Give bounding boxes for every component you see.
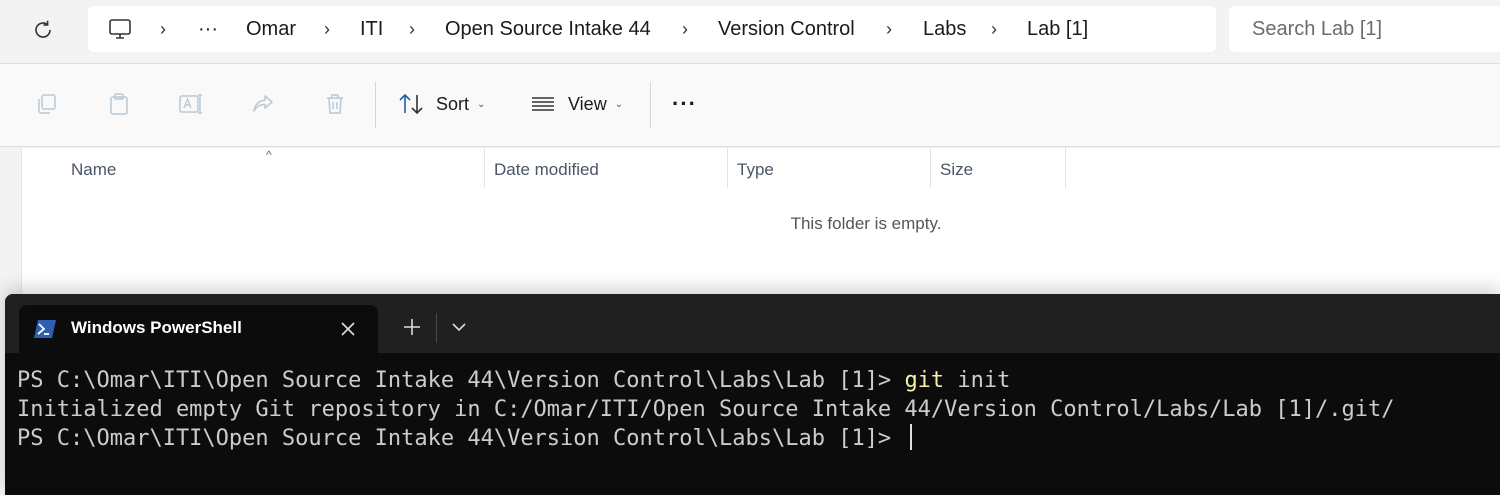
breadcrumb-item-version-control[interactable]: Version Control bbox=[718, 6, 855, 52]
new-tab-button[interactable] bbox=[400, 314, 424, 340]
terminal-tab-strip: Windows PowerShell bbox=[5, 294, 1500, 353]
terminal-output[interactable]: PS C:\Omar\ITI\Open Source Intake 44\Ver… bbox=[17, 366, 1497, 453]
terminal-line: PS C:\Omar\ITI\Open Source Intake 44\Ver… bbox=[17, 424, 1497, 453]
plus-icon bbox=[404, 319, 420, 335]
refresh-button[interactable] bbox=[28, 16, 58, 44]
divider bbox=[0, 146, 1500, 147]
chevron-down-icon: ⌄ bbox=[477, 98, 486, 110]
breadcrumb-chevron[interactable]: › bbox=[324, 6, 330, 52]
refresh-icon bbox=[35, 20, 51, 38]
empty-folder-message: This folder is empty. bbox=[790, 214, 942, 233]
command-keyword: git bbox=[904, 368, 945, 393]
column-divider[interactable] bbox=[727, 148, 728, 188]
paste-button[interactable] bbox=[104, 89, 134, 119]
this-pc-button[interactable] bbox=[108, 6, 132, 52]
column-header-date-modified[interactable]: Date modified bbox=[494, 148, 726, 192]
terminal-window[interactable]: Windows PowerShell PS C:\Omar\ITI\Open S… bbox=[5, 294, 1500, 495]
breadcrumb-item-labs[interactable]: Labs bbox=[923, 6, 966, 52]
breadcrumb-chevron[interactable]: › bbox=[160, 6, 166, 52]
search-placeholder: Search Lab [1] bbox=[1252, 17, 1383, 40]
address-row: › ··· Omar › ITI › Open Source Intake 44… bbox=[0, 0, 1500, 62]
search-input[interactable]: Search Lab [1] bbox=[1229, 6, 1500, 52]
terminal-prompt: PS C:\Omar\ITI\Open Source Intake 44\Ver… bbox=[17, 426, 905, 451]
computer-icon bbox=[109, 19, 131, 39]
more-options-button[interactable]: ··· bbox=[672, 86, 697, 122]
sort-icon bbox=[399, 93, 423, 115]
column-header-size[interactable]: Size bbox=[940, 148, 1064, 192]
close-tab-button[interactable] bbox=[337, 318, 359, 340]
tab-title: Windows PowerShell bbox=[71, 318, 242, 337]
rename-button[interactable] bbox=[176, 89, 206, 119]
breadcrumb-item-lab-1[interactable]: Lab [1] bbox=[1027, 6, 1088, 52]
file-list[interactable]: ^ Name Date modified Type Size This fold… bbox=[22, 148, 1500, 308]
tab-strip-divider bbox=[436, 313, 437, 343]
column-header-name[interactable]: Name bbox=[71, 148, 483, 192]
copy-button[interactable] bbox=[32, 89, 62, 119]
command-bar: Sort ⌄ View ⌄ ··· bbox=[0, 64, 1500, 146]
delete-button[interactable] bbox=[320, 89, 350, 119]
powershell-icon bbox=[34, 320, 56, 338]
navigation-pane-edge bbox=[0, 148, 22, 308]
breadcrumb-overflow[interactable]: ··· bbox=[198, 6, 218, 52]
more-icon: ··· bbox=[672, 91, 697, 116]
sort-button[interactable]: Sort ⌄ bbox=[398, 86, 485, 122]
breadcrumb-item-omar[interactable]: Omar bbox=[246, 6, 296, 52]
view-button[interactable]: View ⌄ bbox=[530, 86, 623, 122]
rename-icon bbox=[179, 94, 202, 114]
share-button[interactable] bbox=[248, 89, 278, 119]
breadcrumb-chevron[interactable]: › bbox=[886, 6, 892, 52]
breadcrumb-chevron[interactable]: › bbox=[409, 6, 415, 52]
clipboard-icon bbox=[110, 93, 128, 115]
text-cursor bbox=[910, 424, 913, 450]
column-divider[interactable] bbox=[484, 148, 485, 188]
breadcrumb-chevron[interactable]: › bbox=[991, 6, 997, 52]
close-icon bbox=[341, 322, 355, 336]
breadcrumb-chevron[interactable]: › bbox=[682, 6, 688, 52]
toolbar-divider bbox=[650, 82, 651, 128]
breadcrumb-item-iti[interactable]: ITI bbox=[360, 6, 383, 52]
copy-icon bbox=[38, 94, 56, 114]
breadcrumb: › ··· Omar › ITI › Open Source Intake 44… bbox=[88, 6, 1216, 52]
share-icon bbox=[253, 95, 273, 112]
terminal-line: Initialized empty Git repository in C:/O… bbox=[17, 397, 1395, 422]
column-divider[interactable] bbox=[930, 148, 931, 188]
command-args: init bbox=[944, 368, 1011, 393]
tab-windows-powershell[interactable]: Windows PowerShell bbox=[19, 305, 378, 353]
trash-icon bbox=[327, 94, 343, 114]
chevron-down-icon: ⌄ bbox=[614, 98, 624, 110]
column-header-type[interactable]: Type bbox=[737, 148, 929, 192]
terminal-line: PS C:\Omar\ITI\Open Source Intake 44\Ver… bbox=[17, 366, 1497, 395]
breadcrumb-item-open-source-intake-44[interactable]: Open Source Intake 44 bbox=[445, 6, 651, 52]
view-icon bbox=[532, 97, 554, 111]
column-divider[interactable] bbox=[1065, 148, 1066, 188]
toolbar-divider bbox=[375, 82, 376, 128]
profile-dropdown-button[interactable] bbox=[447, 314, 471, 340]
chevron-down-icon bbox=[452, 323, 466, 332]
terminal-prompt: PS C:\Omar\ITI\Open Source Intake 44\Ver… bbox=[17, 368, 905, 393]
